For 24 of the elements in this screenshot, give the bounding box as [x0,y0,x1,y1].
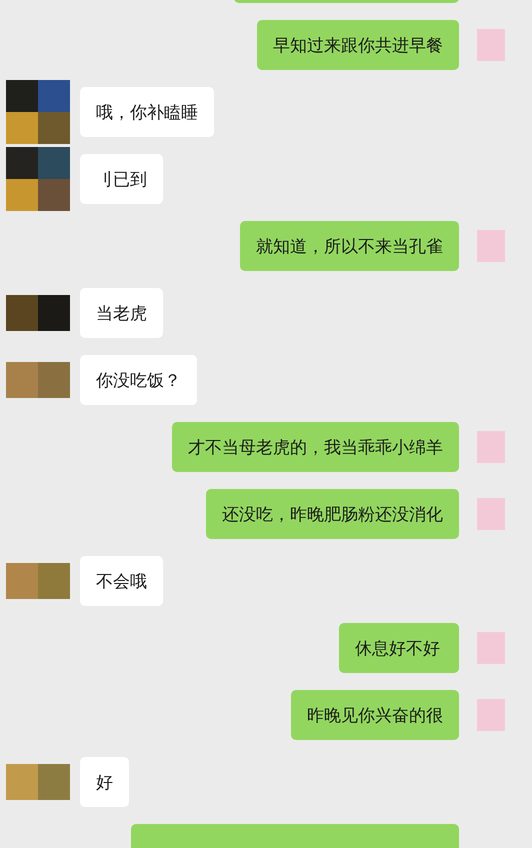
blurred-avatar [6,362,70,398]
message-text: 就知道，所以不来当孔雀 [256,236,443,258]
blurred-avatar [6,147,70,211]
blurred-avatar [6,764,70,800]
message-text: 好 [96,772,113,794]
message-text: 休息好不好 [355,638,440,660]
blurred-avatar [6,563,70,599]
avatar-icon [477,498,505,530]
avatar-icon [477,632,505,664]
message-text: 不会哦 [96,570,147,592]
avatar-icon [477,699,505,731]
message-text: 还没吃，昨晚肥肠粉还没消化 [222,504,443,526]
message-text: 昨晚见你兴奋的很 [307,704,443,726]
avatar-icon [477,230,505,262]
avatar-icon [477,431,505,463]
message-text: 你没吃饭？ [96,370,181,392]
blurred-avatar [6,295,70,331]
message-text: 当老虎 [96,302,147,324]
message-text: 才不当母老虎的，我当乖乖小绵羊 [188,436,443,458]
avatar-icon [477,29,505,61]
message-text: 哦，你补瞌睡 [96,102,198,124]
message-text: 刂已到 [96,168,147,190]
message-text: 早知过来跟你共进早餐 [273,34,443,56]
blurred-avatar [6,80,70,144]
